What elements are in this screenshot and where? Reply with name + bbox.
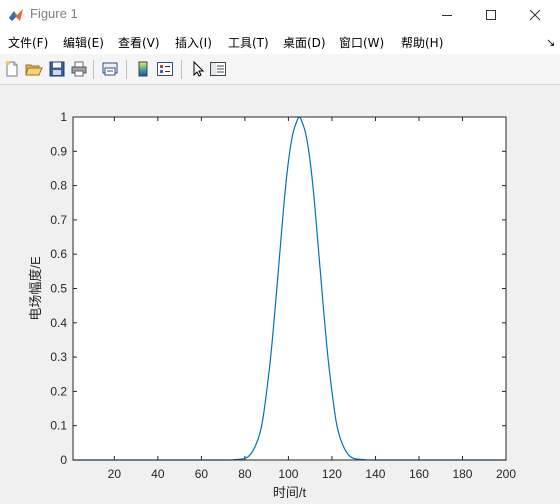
y-tick-label: 0.6 <box>50 247 67 261</box>
x-tick-label: 80 <box>238 467 252 481</box>
new-figure-icon[interactable] <box>3 60 21 78</box>
y-tick-label: 0.7 <box>50 213 67 227</box>
print-icon[interactable] <box>70 60 88 78</box>
x-tick-label: 120 <box>322 467 342 481</box>
insert-colorbar-icon[interactable] <box>134 60 152 78</box>
x-tick-label: 160 <box>409 467 429 481</box>
open-file-icon[interactable] <box>25 60 43 78</box>
dock-arrow-icon[interactable]: ↘ <box>546 36 555 49</box>
menu-view[interactable]: 查看(V) <box>118 34 160 51</box>
close-button[interactable] <box>512 0 558 30</box>
close-icon <box>529 9 541 21</box>
x-tick-label: 40 <box>151 467 165 481</box>
toolbar-separator <box>126 60 127 79</box>
figure-canvas[interactable]: 20 40 60 80 100 120 140 160 180 200 0 0.1 0.2 0.3 0.4 0… <box>0 85 560 504</box>
figure-window: Figure 1 文件(F) 编辑(E) 查看(V) 插入(I) 工具(T) 桌… <box>0 0 560 504</box>
y-tick-label: 0.8 <box>50 179 67 193</box>
minimize-button[interactable] <box>424 0 470 30</box>
link-plot-icon[interactable] <box>101 60 119 78</box>
matlab-icon <box>9 9 23 21</box>
toolbar-separator <box>181 60 182 79</box>
x-tick-label: 180 <box>452 467 472 481</box>
x-axis-label: 时间/t <box>273 485 307 500</box>
y-tick-label: 0.1 <box>50 419 67 433</box>
title-bar: Figure 1 <box>0 0 560 30</box>
y-tick-label: 0.5 <box>50 282 67 296</box>
maximize-button[interactable] <box>468 0 514 30</box>
x-tick-label: 140 <box>365 467 385 481</box>
menu-help[interactable]: 帮助(H) <box>401 34 443 51</box>
y-tick-label: 0.4 <box>50 316 67 330</box>
axes-background <box>73 117 506 460</box>
save-icon[interactable] <box>48 60 66 78</box>
x-tick-label: 100 <box>278 467 298 481</box>
menu-bar: 文件(F) 编辑(E) 查看(V) 插入(I) 工具(T) 桌面(D) 窗口(W… <box>0 30 560 54</box>
y-tick-label: 0.3 <box>50 350 67 364</box>
window-title: Figure 1 <box>30 6 78 21</box>
y-tick-label: 0.9 <box>50 144 67 158</box>
toolbar <box>0 54 560 85</box>
minimize-icon <box>442 15 452 16</box>
menu-window[interactable]: 窗口(W) <box>339 34 384 51</box>
y-tick-label: 0.2 <box>50 384 67 398</box>
menu-desktop[interactable]: 桌面(D) <box>283 34 326 51</box>
menu-insert[interactable]: 插入(I) <box>175 34 212 51</box>
x-tick-label: 200 <box>496 467 516 481</box>
edit-plot-icon[interactable] <box>189 60 207 78</box>
y-tick-label: 0 <box>60 453 67 467</box>
menu-tools[interactable]: 工具(T) <box>228 34 269 51</box>
menu-edit[interactable]: 编辑(E) <box>63 34 104 51</box>
line-plot[interactable]: 20 40 60 80 100 120 140 160 180 200 0 0.1 0.2 0.3 0.4 0… <box>0 85 560 504</box>
y-tick-label: 1 <box>60 110 67 124</box>
x-tick-label: 60 <box>195 467 209 481</box>
toolbar-separator <box>93 60 94 79</box>
x-tick-label: 20 <box>108 467 122 481</box>
property-editor-icon[interactable] <box>209 60 227 78</box>
maximize-icon <box>486 10 496 20</box>
menu-file[interactable]: 文件(F) <box>8 34 48 51</box>
insert-legend-icon[interactable] <box>156 60 174 78</box>
y-axis-label: 电场幅度/E <box>28 256 43 321</box>
